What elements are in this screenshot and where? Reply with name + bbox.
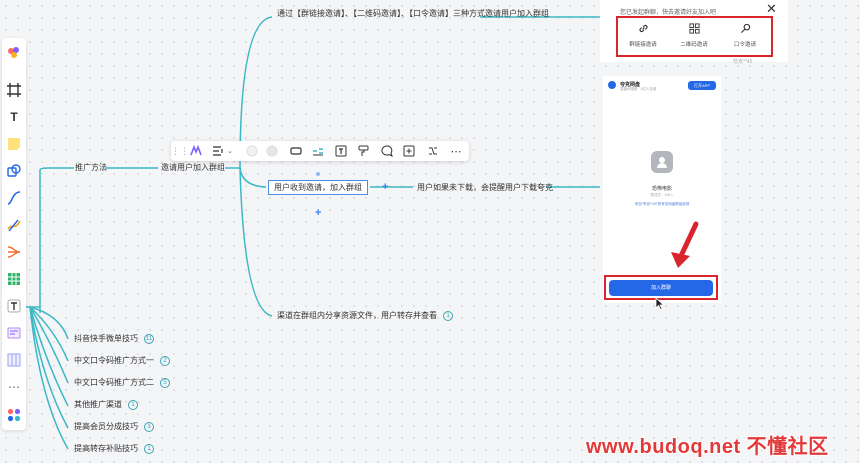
count-badge[interactable]: 11 <box>144 334 154 344</box>
share-count-badge[interactable]: 1 <box>443 311 453 321</box>
methods-node[interactable]: 通过【群链接邀请】、【二维码邀请】、【口令邀请】三种方式邀请用户加入群组 <box>277 8 549 19</box>
apps-icon[interactable] <box>5 406 23 424</box>
text-format-icon[interactable] <box>334 144 348 158</box>
list-item[interactable]: 其他推广渠道 1 <box>74 400 138 410</box>
kanban-icon[interactable] <box>5 351 23 369</box>
qrcode-icon <box>669 22 719 34</box>
invite-option-label: 口令邀请 <box>733 42 756 48</box>
mindmap-connectors <box>24 16 600 450</box>
brand-palette-icon[interactable] <box>5 44 23 62</box>
invite-panel-screenshot: 您已发起群聊，快去邀请好友加入吧 ✕ 群链接邀请 二维码邀请 口令邀请 <box>600 0 788 62</box>
open-app-button[interactable]: 打开APP <box>688 81 716 90</box>
add-sibling-button[interactable]: + <box>382 182 388 193</box>
left-toolbar: T ⋯ <box>2 38 26 430</box>
invite-panel-title: 您已发起群聊，快去邀请好友加入吧 <box>620 10 717 16</box>
shape-icon[interactable] <box>5 162 23 180</box>
count-badge[interactable]: 1 <box>144 422 154 432</box>
line-style-icon[interactable] <box>311 144 325 158</box>
site-watermark: www.budoq.net 不懂社区 <box>586 436 829 458</box>
format-painter-icon[interactable] <box>357 144 371 158</box>
list-item[interactable]: 抖音快手微单技巧 11 <box>74 334 154 344</box>
list-item-label: 其他推广渠道 <box>74 400 122 410</box>
brand-logo-icon <box>608 81 616 89</box>
text-icon[interactable]: T <box>5 108 23 126</box>
list-item-label: 中文口令码推广方式一 <box>74 356 154 366</box>
count-badge[interactable]: 5 <box>160 378 170 388</box>
phone-brand-subtitle: 智能AI搜索 · 1亿人在用 <box>620 87 657 91</box>
sticky-note-icon[interactable] <box>5 135 23 153</box>
text-block-icon[interactable] <box>5 297 23 315</box>
invite-source-text: 来自“夸克**45”的夸克网盘群组邀请 <box>634 202 690 206</box>
insert-icon[interactable] <box>402 144 416 158</box>
count-badge[interactable]: 2 <box>160 356 170 366</box>
red-arrow-icon <box>671 221 699 268</box>
list-item[interactable]: 提高会员分成技巧 1 <box>74 422 154 432</box>
invite-option-qrcode[interactable]: 二维码邀请 <box>669 22 719 48</box>
table-icon[interactable] <box>5 270 23 288</box>
link-icon <box>618 22 668 34</box>
join-group-button[interactable]: 加入群聊 <box>609 280 713 296</box>
list-item[interactable]: 提高转存补贴技巧 1 <box>74 444 154 454</box>
ai-icon[interactable] <box>189 144 203 158</box>
chevron-down-icon[interactable]: ⌄ <box>223 144 237 158</box>
fill-color-icon[interactable] <box>245 144 259 158</box>
list-item-label: 提高转存补贴技巧 <box>74 444 138 454</box>
group-members: 群成员 · 108人 <box>650 193 674 197</box>
invite-option-label: 群链接邀请 <box>629 42 657 48</box>
border-color-icon[interactable] <box>265 144 279 158</box>
faint-sender-text: 夸克**45 <box>733 59 753 65</box>
mouse-cursor-icon <box>655 297 665 310</box>
invite-node[interactable]: 邀请用户加入群组 <box>161 163 225 173</box>
list-item[interactable]: 中文口令码推广方式二 5 <box>74 378 170 388</box>
more-icon[interactable]: ⋯ <box>5 378 23 396</box>
add-child-button[interactable]: + <box>315 208 321 219</box>
share-node[interactable]: 渠道在群组内分享资源文件，用户转存并查看 1 <box>277 311 453 321</box>
mindmap-icon[interactable] <box>5 243 23 261</box>
received-node[interactable]: 用户收到邀请，加入群组 <box>268 180 368 195</box>
count-badge[interactable]: 1 <box>128 400 138 410</box>
list-item-label: 提高会员分成技巧 <box>74 422 138 432</box>
share-node-label: 渠道在群组内分享资源文件，用户转存并查看 <box>277 311 437 321</box>
list-item[interactable]: 中文口令码推广方式一 2 <box>74 356 170 366</box>
list-item-label: 抖音快手微单技巧 <box>74 334 138 344</box>
drag-handle-icon[interactable]: ⋮⋮ <box>171 144 189 158</box>
group-avatar-icon <box>651 151 673 173</box>
card-icon[interactable] <box>5 324 23 342</box>
connector-icon[interactable] <box>5 189 23 207</box>
key-icon <box>720 22 770 34</box>
pen-icon[interactable] <box>5 216 23 234</box>
count-badge[interactable]: 1 <box>144 444 154 454</box>
root-node[interactable]: 推广方法 <box>75 163 107 173</box>
rectangle-shape-icon[interactable] <box>289 144 303 158</box>
group-name: 恐怖电影 <box>651 186 672 192</box>
node-anchor[interactable] <box>316 172 320 176</box>
invite-option-label: 二维码邀请 <box>680 42 708 48</box>
list-item-label: 中文口令码推广方式二 <box>74 378 154 388</box>
comment-icon[interactable] <box>380 144 394 158</box>
download-hint-node[interactable]: 用户如果未下载，会提醒用户下载夸克 <box>417 183 553 193</box>
close-icon[interactable]: ✕ <box>766 2 777 16</box>
node-format-toolbar: ⋮⋮ ⌄ ⋯ <box>171 141 469 161</box>
invite-option-link[interactable]: 群链接邀请 <box>618 22 668 48</box>
invite-option-key[interactable]: 口令邀请 <box>720 22 770 48</box>
more-icon[interactable]: ⋯ <box>449 144 463 158</box>
link-icon[interactable] <box>426 144 440 158</box>
frame-icon[interactable] <box>5 81 23 99</box>
